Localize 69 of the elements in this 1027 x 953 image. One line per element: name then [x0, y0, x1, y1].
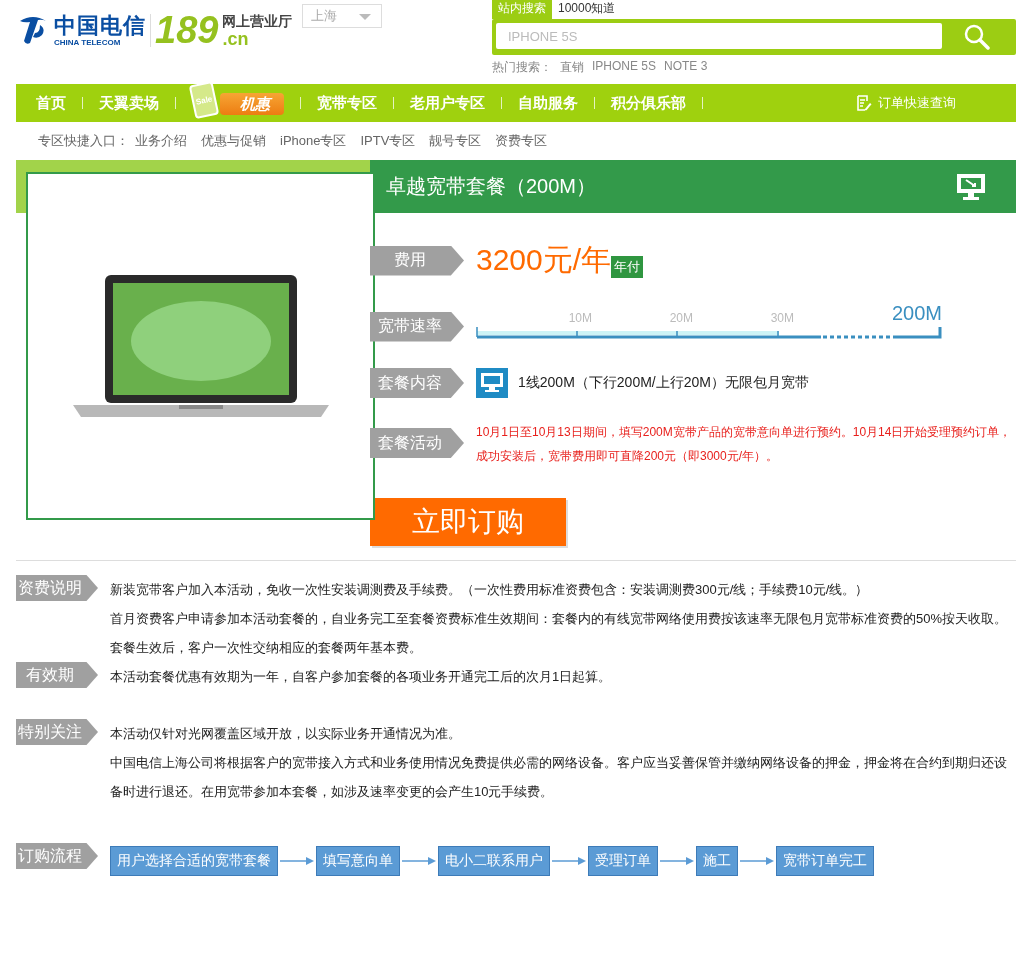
price: 3200元/年	[476, 242, 612, 278]
speed-tick-label: 30M	[769, 311, 794, 325]
flow-step: 施工	[696, 846, 738, 876]
logo-domain: .cn	[222, 31, 250, 47]
quick-link[interactable]: iPhone专区	[280, 132, 347, 160]
search-field[interactable]: IPHONE 5S	[496, 23, 942, 49]
speed-max-label: 200M	[891, 302, 942, 325]
hot-search-link[interactable]: 直销	[560, 59, 584, 76]
quick-links-label: 专区快捷入口：	[38, 132, 129, 150]
payment-badge: 年付	[611, 255, 644, 278]
quick-link[interactable]: 优惠与促销	[201, 132, 266, 160]
flow-step: 填写意向单	[316, 846, 400, 876]
arrow-icon	[402, 856, 436, 866]
logo-subtitle: 网上营业厅	[222, 13, 293, 31]
arrow-icon	[660, 856, 694, 866]
flow-step: 受理订单	[588, 846, 658, 876]
nav-item[interactable]: 积分俱乐部	[611, 93, 686, 113]
field-label: 费用	[370, 245, 464, 276]
section-label: 订购流程	[16, 843, 98, 869]
section-paragraph: 首月资费客户申请参加本活动套餐的，自业务完工至套餐资费标准生效期间：套餐内的有线宽带网络使用费按该速率无限包月宽带标准资费的50%按天收取。	[110, 610, 1009, 628]
field-label: 宽带速率	[370, 311, 464, 342]
search-icon	[964, 24, 990, 50]
speed-tick-label: 10M	[567, 311, 592, 325]
arrow-icon	[280, 856, 314, 866]
section-label: 有效期	[16, 662, 98, 688]
phone-badge: Sale	[188, 80, 220, 120]
section-paragraph: 本活动套餐优惠有效期为一年，自客户参加套餐的各项业务开通完工后的次月1日起算。	[110, 668, 613, 686]
section-paragraph: 中国电信上海公司将根据客户的宽带接入方式和业务使用情况免费提供必需的网络设备。客户应当妥善保管并缴纳网络设备的押金，押金将在合约到期归还设备时进行退还。在用宽带参加本套餐，如涉及速率变更的会产生10元手续费。	[110, 754, 1008, 801]
quick-link[interactable]: 资费专区	[495, 132, 548, 160]
field-label: 套餐活动	[370, 428, 464, 458]
section-paragraph: 套餐生效后，客户一次性交纳相应的套餐两年基本费。	[110, 639, 423, 657]
monitor-icon	[956, 172, 986, 201]
edit-icon	[856, 95, 872, 111]
hot-search-link[interactable]: IPHONE 5S	[592, 59, 657, 76]
search-tab[interactable]: 站内搜索	[492, 0, 552, 19]
search-tab[interactable]: 10000知道	[552, 0, 622, 19]
flow-step: 宽带订单完工	[776, 846, 874, 876]
activity-text: 10月1日至10月13日期间，填写200M宽带产品的宽带意向单进行预约。10月14日开始受理预约订单，成功安装后，宽带费用即可直降200元（即3000元/年）。	[476, 424, 1013, 465]
nav-item[interactable]: 老用户专区	[410, 93, 485, 113]
nav-item[interactable]: 首页	[36, 93, 66, 113]
flow-step: 用户选择合适的宽带套餐	[110, 846, 278, 876]
buy-now-button[interactable]: 立即订购	[370, 498, 566, 546]
section-paragraph: 新装宽带客户加入本活动，免收一次性安装调测费及手续费。（一次性费用标准资费包含：安装调测费300元/线；手续费10元/线。）	[110, 581, 870, 599]
arrow-icon	[740, 856, 774, 866]
logo-english-text: CHINA TELECOM	[54, 37, 122, 47]
section-label: 资费说明	[16, 575, 98, 601]
nav-item[interactable]: 自助服务	[518, 93, 578, 113]
nav-item[interactable]: 宽带专区	[317, 93, 377, 113]
caret-icon	[359, 14, 372, 20]
hot-search-label: 热门搜索：	[492, 59, 552, 76]
package-content: 1线200M（下行200M/上行20M）无限包月宽带	[518, 374, 809, 392]
quick-link[interactable]: 业务介绍	[135, 132, 187, 160]
flow-step: 电小二联系用户	[438, 846, 550, 876]
arrow-icon	[552, 856, 586, 866]
monitor-icon	[476, 368, 508, 398]
product-title: 卓越宽带套餐（200M）	[386, 174, 597, 199]
promo-nav-item[interactable]: 机惠	[220, 93, 284, 115]
field-label: 套餐内容	[370, 368, 464, 398]
hot-search-link[interactable]: NOTE 3	[664, 59, 708, 76]
logo-chinese-text: 中国电信	[54, 13, 146, 38]
nav-item[interactable]: 天翼卖场	[99, 93, 159, 113]
order-query-link[interactable]: 订单快速查询	[856, 94, 956, 112]
city-select[interactable]: 上海	[302, 4, 383, 28]
logo-number: 189	[155, 10, 219, 50]
quick-link[interactable]: IPTV专区	[360, 132, 416, 160]
speed-tick-label: 20M	[668, 311, 693, 325]
quick-link[interactable]: 靓号专区	[429, 132, 482, 160]
section-label: 特别关注	[16, 719, 98, 745]
section-paragraph: 本活动仅针对光网覆盖区域开放，以实际业务开通情况为准。	[110, 725, 462, 743]
